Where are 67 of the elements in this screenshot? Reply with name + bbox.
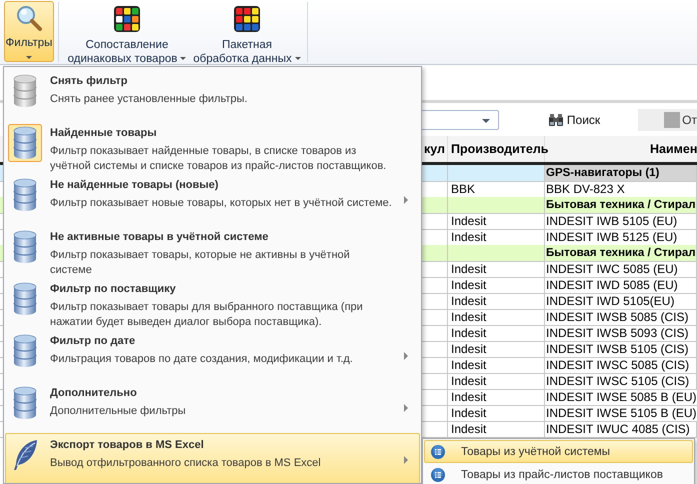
table-cell: Indesit: [448, 357, 545, 374]
menu-item-title: Экспорт товаров в MS Excel: [50, 438, 205, 453]
table-cell: Indesit: [448, 277, 545, 294]
table-cell: INDESIT IWSE 5105 B (EU): [545, 405, 697, 422]
cancel-button[interactable]: От: [638, 108, 697, 130]
menu-item-title: Фильтр по дате: [50, 334, 136, 349]
search-button[interactable]: Поиск: [546, 110, 602, 128]
menu-item-title: Фильтр по поставщику: [50, 282, 177, 297]
table-cell: INDESIT IWSB 5085 (CIS): [545, 309, 697, 326]
menu-item-description: Фильтр показывает товары для выбранного поставщика (при нажатии будет выведен диалог выбора поставщика).: [50, 300, 364, 330]
group-row-label[interactable]: Бытовая техника / Стирал: [545, 245, 697, 262]
table-cell: Indesit: [448, 293, 545, 310]
spreadsheet-icon: [430, 466, 446, 482]
menu-item[interactable]: Не активные товары в учётной системе Фильтр показывает товары, которые не активны в учётной системе: [5, 225, 420, 277]
menu-item-title: Не найденные товары (новые): [50, 178, 220, 193]
menu-item-title: Найденные товары: [50, 126, 158, 141]
table-cell: INDESIT IWSE 5085 B (EU): [545, 389, 697, 406]
cube-icon: [232, 4, 262, 34]
dropdown-arrow-icon: [294, 57, 301, 60]
table-cell: Indesit: [448, 405, 545, 422]
magnifier-icon: [15, 4, 43, 32]
square-icon: [664, 112, 680, 128]
table-cell: Indesit: [448, 213, 545, 230]
table-cell: INDESIT IWSC 5085 (CIS): [545, 357, 697, 374]
group-row-label[interactable]: Бытовая техника / Стирал: [545, 197, 697, 214]
ribbon-button[interactable]: Сопоставление одинаковых товаров: [63, 1, 191, 62]
cube-icon: [112, 4, 142, 34]
menu-item-description: Снять ранее установленные фильтры.: [50, 92, 248, 107]
table-cell: INDESIT IWD 5085 (EU): [545, 277, 697, 294]
table-cell: Indesit: [448, 389, 545, 406]
menu-item-title: Снять фильтр: [50, 74, 128, 89]
menu-item-description: Фильтрация товаров по дате создания, модификации и т.д.: [50, 352, 354, 367]
menu-item[interactable]: Снять фильтр Снять ранее установленные фильтры.: [5, 69, 420, 121]
menu-item-title: Дополнительно: [50, 386, 138, 401]
menu-item-title: Не активные товары в учётной системе: [50, 230, 270, 245]
submenu-item[interactable]: Товары из прайс-листов поставщиков: [424, 463, 693, 484]
table-cell: Indesit: [448, 341, 545, 358]
group-row-label[interactable]: GPS-навигаторы (1): [545, 165, 697, 182]
ribbon-button[interactable]: Фильтры: [4, 1, 54, 62]
table-cell: Indesit: [448, 309, 545, 326]
table-cell: INDESIT IWD 5105(EU): [545, 293, 697, 310]
menu-item-description: Фильтр показывает найденные товары, в списке товаров из учётной системы и списке товаров из прайс-листов поставщиков.: [50, 144, 388, 174]
dropdown-arrow-icon: [26, 56, 32, 59]
table-cell: INDESIT IWSB 5105 (CIS): [545, 341, 697, 358]
dropdown-arrow-icon: [180, 57, 186, 60]
table-cell: INDESIT IWSB 5093 (CIS): [545, 325, 697, 342]
menu-item[interactable]: Дополнительно Дополнительные фильтры: [5, 381, 420, 433]
table-cell: Indesit: [448, 325, 545, 342]
table-cell: INDESIT IWC 5085 (EU): [545, 261, 697, 278]
spreadsheet-icon: [430, 444, 446, 460]
menu-item[interactable]: Фильтр по поставщику Фильтр показывает товары для выбранного поставщика (при нажатии будет выведен диалог выбора поставщика).: [5, 277, 420, 329]
menu-item-description: Дополнительные фильтры: [50, 404, 187, 419]
menu-item[interactable]: Фильтр по дате Фильтрация товаров по дате создания, модификации и т.д.: [5, 329, 420, 381]
menu-item[interactable]: Найденные товары Фильтр показывает найденные товары, в списке товаров из учётной системы и списке товаров из прайс-листов поставщиков.: [5, 121, 420, 173]
table-cell: Indesit: [448, 261, 545, 278]
menu-item-description: Вывод отфильтрованного списка товаров в MS Excel: [50, 456, 322, 471]
menu-item-description: Фильтр показывает товары, которые не активны в учётной системе: [50, 248, 351, 278]
ribbon-button[interactable]: Пакетная обработка данных: [191, 1, 303, 62]
submenu-item[interactable]: Товары из учётной системы: [424, 440, 693, 463]
menu-item-description: Фильтр показывает новые товары, которых нет в учётной системе.: [50, 196, 393, 211]
table-cell: Indesit: [448, 373, 545, 390]
table-cell: INDESIT IWB 5105 (EU): [545, 213, 697, 230]
menu-item[interactable]: Не найденные товары (новые) Фильтр показывает новые товары, которых нет в учётной системе.: [5, 173, 420, 225]
binoculars-icon: [548, 112, 564, 126]
dropdown-arrow-icon: [482, 118, 490, 122]
menu-item[interactable]: Экспорт товаров в MS Excel Вывод отфильтрованного списка товаров в MS Excel: [5, 433, 420, 483]
table-cell: INDESIT IWSC 5105 (CIS): [545, 373, 697, 390]
